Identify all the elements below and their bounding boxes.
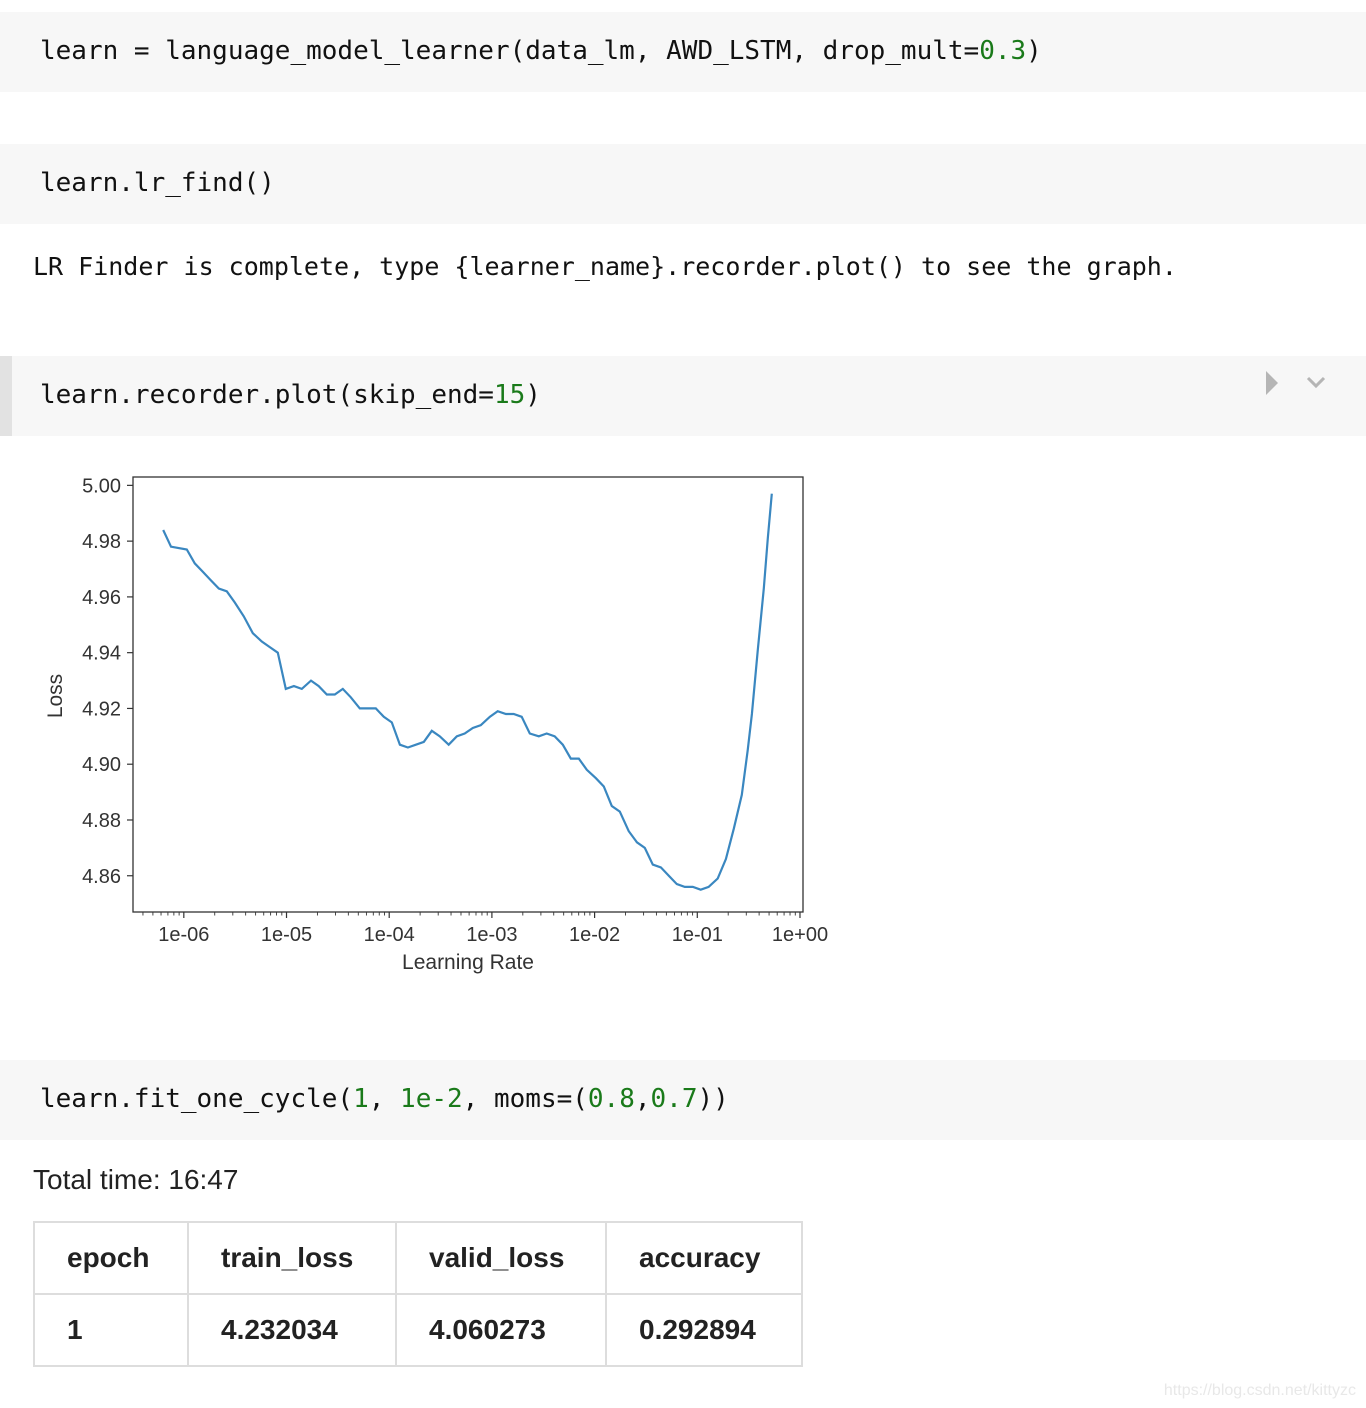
y-tick-label: 4.92 <box>82 698 121 720</box>
loss-series-line <box>162 493 773 891</box>
code-text: , <box>368 1084 401 1114</box>
table-header-row: epoch train_loss valid_loss accuracy <box>33 1221 803 1295</box>
code-text: learn.fit_one_cycle( <box>40 1084 354 1114</box>
x-axis-label: Learning Rate <box>402 951 534 974</box>
code-text: ) <box>1026 36 1042 66</box>
code-number: 0.8 <box>587 1084 635 1114</box>
header-train-loss: train_loss <box>187 1221 397 1295</box>
code-cell-lr-find[interactable]: learn.lr_find() <box>0 144 1366 224</box>
y-tick-label: 4.90 <box>82 754 121 776</box>
y-tick-label: 4.98 <box>82 531 121 553</box>
code-text: ) <box>525 380 541 410</box>
cell-valid-loss: 4.060273 <box>395 1293 607 1367</box>
watermark: https://blog.csdn.net/kittyzc <box>1163 1382 1356 1399</box>
results-table: epoch train_loss valid_loss accuracy 1 4… <box>33 1221 803 1367</box>
code-input[interactable]: learn.fit_one_cycle(1, 1e-2, moms=(0.8,0… <box>40 1084 729 1114</box>
y-tick-label: 4.88 <box>82 810 121 832</box>
x-tick-label: 1e-02 <box>569 924 620 946</box>
x-tick-label: 1e-04 <box>364 924 415 946</box>
play-triangle-icon[interactable] <box>1265 370 1279 396</box>
x-tick-label: 1e+00 <box>772 924 828 946</box>
code-cell-recorder-plot[interactable]: learn.recorder.plot(skip_end=15) <box>0 356 1366 436</box>
y-axis-label: Loss <box>44 674 67 718</box>
code-number: 0.3 <box>979 36 1027 66</box>
total-time: Total time: 16:47 <box>33 1164 239 1195</box>
code-text: learn.recorder.plot(skip_end= <box>40 380 494 410</box>
code-cell-fit-one-cycle[interactable]: learn.fit_one_cycle(1, 1e-2, moms=(0.8,0… <box>0 1060 1366 1140</box>
x-tick-label: 1e-05 <box>261 924 312 946</box>
header-accuracy: accuracy <box>605 1221 803 1295</box>
code-number: 1 <box>353 1084 369 1114</box>
y-tick-label: 5.00 <box>82 475 121 497</box>
header-epoch: epoch <box>33 1221 189 1295</box>
x-tick-label: 1e-06 <box>158 924 209 946</box>
cell-accuracy: 0.292894 <box>605 1293 803 1367</box>
code-text: learn.lr_find() <box>40 168 275 198</box>
code-input[interactable]: learn.recorder.plot(skip_end=15) <box>40 380 541 410</box>
code-number: 15 <box>493 380 526 410</box>
lr-find-output: LR Finder is complete, type {learner_nam… <box>33 252 1177 281</box>
code-number: 1e-2 <box>400 1084 463 1114</box>
table-row: 1 4.232034 4.060273 0.292894 <box>33 1293 803 1367</box>
plot-frame <box>132 476 804 913</box>
chevron-down-icon[interactable] <box>1306 375 1326 389</box>
header-valid-loss: valid_loss <box>395 1221 607 1295</box>
y-tick-label: 4.96 <box>82 587 121 609</box>
code-input[interactable]: learn = language_model_learner(data_lm, … <box>40 36 1042 66</box>
code-text: learn = language_model_learner(data_lm, … <box>40 36 980 66</box>
cell-train-loss: 4.232034 <box>187 1293 397 1367</box>
cell-selection-bar <box>0 356 12 436</box>
code-number: 0.7 <box>650 1084 698 1114</box>
code-cell-create-learner[interactable]: learn = language_model_learner(data_lm, … <box>0 12 1366 92</box>
x-tick-label: 1e-01 <box>672 924 723 946</box>
x-tick-label: 1e-03 <box>466 924 517 946</box>
code-input[interactable]: learn.lr_find() <box>40 168 275 198</box>
lr-loss-chart: 1e-06 1e-05 1e-04 1e-03 1e-02 1e-01 1e+00 4.86 4… <box>44 475 828 974</box>
code-text: )) <box>697 1084 729 1114</box>
code-text: , <box>634 1084 651 1114</box>
code-text: , moms=( <box>462 1084 588 1114</box>
cell-epoch: 1 <box>33 1293 189 1367</box>
y-tick-label: 4.94 <box>82 643 121 665</box>
y-tick-label: 4.86 <box>82 866 121 888</box>
